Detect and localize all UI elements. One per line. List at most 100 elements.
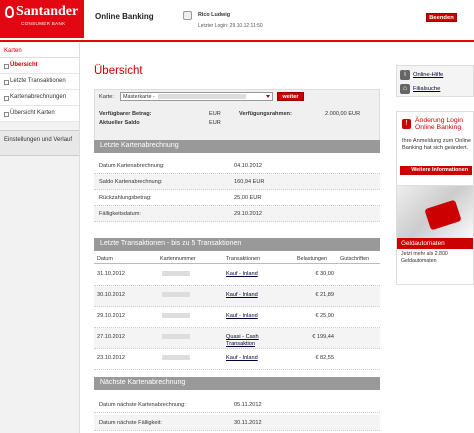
next-statement-row: Datum nächste Fälligkeit: 30.11.2012 [94,415,380,431]
tx-link[interactable]: Kauf - Inland [226,313,278,320]
notice-icon: ! [402,119,411,129]
flame-icon [5,6,14,18]
transactions-heading: Letzte Transaktionen - bis zu 5 Transakt… [94,238,380,251]
login-change-text: Ihre Anmeldung zum Online Banking hat si… [402,138,472,151]
avail-value: EUR [209,111,221,117]
next-statement-row: Datum nächste Kartenabrechnung: 05.11.201… [94,397,380,413]
card-icon [424,199,462,231]
col-date: Datum [97,256,113,262]
right-panel: i Online-Hilfe ⌂ Filialsuche ! Änderung Lo… [396,43,474,433]
limit-value: 2.000,00 EUR [325,111,361,117]
tx-date: 30.10.2012 [97,292,125,298]
table-row: 30.10.2012 Kauf - Inland € 21,89 [94,286,380,307]
atm-image [397,186,473,238]
sidebar-item-letzte-transaktionen[interactable]: Letzte Transaktionen [0,74,79,90]
limit-label: Verfügungsrahmen: [239,111,292,117]
statement-value: 160,94 EUR [234,179,265,185]
tx-link[interactable]: Kauf - Inland [226,355,278,362]
next-statement-label: Datum nächste Kartenabrechnung: [99,402,186,408]
masked-card-number [162,271,190,276]
statement-label: Datum Kartenabrechnung: [99,163,165,169]
statement-label: Saldo Kartenabrechnung: [99,179,163,185]
tx-link[interactable]: Kauf - Inland [226,292,278,299]
brand-subtitle: CONSUMER BANK [21,21,66,26]
app-title: Online Banking [95,12,154,21]
tx-debit: € 199,44 [312,334,334,340]
tx-date: 29.10.2012 [97,313,125,319]
table-row: 31.10.2012 Kauf - Inland € 30,00 [94,265,380,286]
masked-card-number [162,355,190,360]
santander-logo[interactable]: Santander CONSUMER BANK [0,0,84,38]
statement-value: 29.10.2012 [234,211,262,217]
header-divider [0,40,474,42]
brand-name: Santander [16,4,79,19]
tx-debit: € 82,55 [315,355,334,361]
sidebar-item-uebersicht[interactable]: Übersicht [0,58,79,74]
statement-row: Datum Kartenabrechnung: 04.10.2012 [94,158,380,174]
card-select[interactable]: Masterkarte - [120,92,273,101]
main-content: Übersicht Karte: Masterkarte - weiter Ve… [82,43,392,433]
statement-value: 25,00 EUR [234,195,262,201]
col-credit: Gutschriften [340,256,370,262]
branch-search-link[interactable]: ⌂ Filialsuche [400,84,440,95]
atm-teaser[interactable]: Geldautomaten Jetzt mehr als 2.800 Gelda… [396,185,474,285]
tx-debit: € 25,90 [315,313,334,319]
user-name: Rico Ludwig [198,12,231,18]
sidebar-item-kartenabrechnungen[interactable]: Kartenabrechnungen [0,90,79,106]
sidebar-item-einstellungen[interactable]: Einstellungen und Verlauf [0,130,79,156]
col-debit: Belastungen [297,256,327,262]
balance-info: Verfügbarer Betrag: EUR Aktueller Saldo … [99,111,379,129]
statement-value: 04.10.2012 [234,163,262,169]
masked-card-number [162,334,190,339]
tx-date: 31.10.2012 [97,271,125,277]
col-transactions: Transaktionen [226,256,260,262]
next-statement-value: 30.11.2012 [234,420,262,426]
col-card: Kartennummer [160,256,196,262]
chevron-down-icon [266,95,270,98]
masked-card-number [162,292,190,297]
card-select-value: Masterkarte - [123,94,155,100]
statement-row: Fälligkeitsdatum: 29.10.2012 [94,206,380,222]
more-info-button[interactable]: Weitere Informationen [400,166,472,175]
masked-card-number [162,313,190,318]
last-login: Letzter Login: 29.10.12 11:50 [198,23,263,29]
user-icon [183,11,192,20]
tx-debit: € 30,00 [315,271,334,277]
header: Santander CONSUMER BANK Online Banking R… [0,0,474,42]
atm-title: Geldautomaten [397,238,473,249]
tx-date: 23.10.2012 [97,355,125,361]
last-statement-heading: Letzte Kartenabrechnung [94,140,380,153]
current-balance-label: Aktueller Saldo [99,120,140,126]
logout-button[interactable]: Beenden [426,13,457,22]
page-title: Übersicht [94,65,143,77]
quick-links-box: i Online-Hilfe ⌂ Filialsuche [396,65,474,97]
sidebar-item-uebersicht-karten[interactable]: Übersicht Karten [0,106,79,122]
online-help-link[interactable]: i Online-Hilfe [400,70,443,81]
sidebar-gap [0,122,79,130]
masked-card-number [157,94,246,100]
next-statement-value: 05.11.2012 [234,402,262,408]
info-icon: i [400,70,410,80]
branch-search-label: Filialsuche [413,86,441,92]
tx-link[interactable]: Quasi - Cash Transaktion [226,334,278,348]
avail-label: Verfügbarer Betrag: [99,111,152,117]
tx-link[interactable]: Kauf - Inland [226,271,278,278]
statement-label: Rückzahlungsbetrag: [99,195,152,201]
sidebar-heading[interactable]: Karten [0,43,79,58]
tx-debit: € 21,89 [315,292,334,298]
table-row: 29.10.2012 Kauf - Inland € 25,90 [94,307,380,328]
statement-row: Saldo Kartenabrechnung: 160,94 EUR [94,174,380,190]
weiter-button[interactable]: weiter [277,92,304,101]
current-balance-value: EUR [209,120,221,126]
statement-row: Rückzahlungsbetrag: 25,00 EUR [94,190,380,206]
next-statement-label: Datum nächste Fälligkeit: [99,420,162,426]
atm-text: Jetzt mehr als 2.800 Geldautomaten [401,251,448,264]
statement-label: Fälligkeitsdatum: [99,211,141,217]
transactions-header: Datum Kartennummer Transaktionen Belastu… [94,254,380,264]
sidebar: Karten Übersicht Letzte Transaktionen Ka… [0,43,80,433]
online-help-label: Online-Hilfe [413,72,444,78]
login-change-title: Änderung Login Online Banking [415,117,463,131]
map-icon: ⌂ [400,84,410,94]
card-select-label: Karte: [99,94,114,100]
table-row: 27.10.2012 Quasi - Cash Transaktion € 199,… [94,328,380,349]
